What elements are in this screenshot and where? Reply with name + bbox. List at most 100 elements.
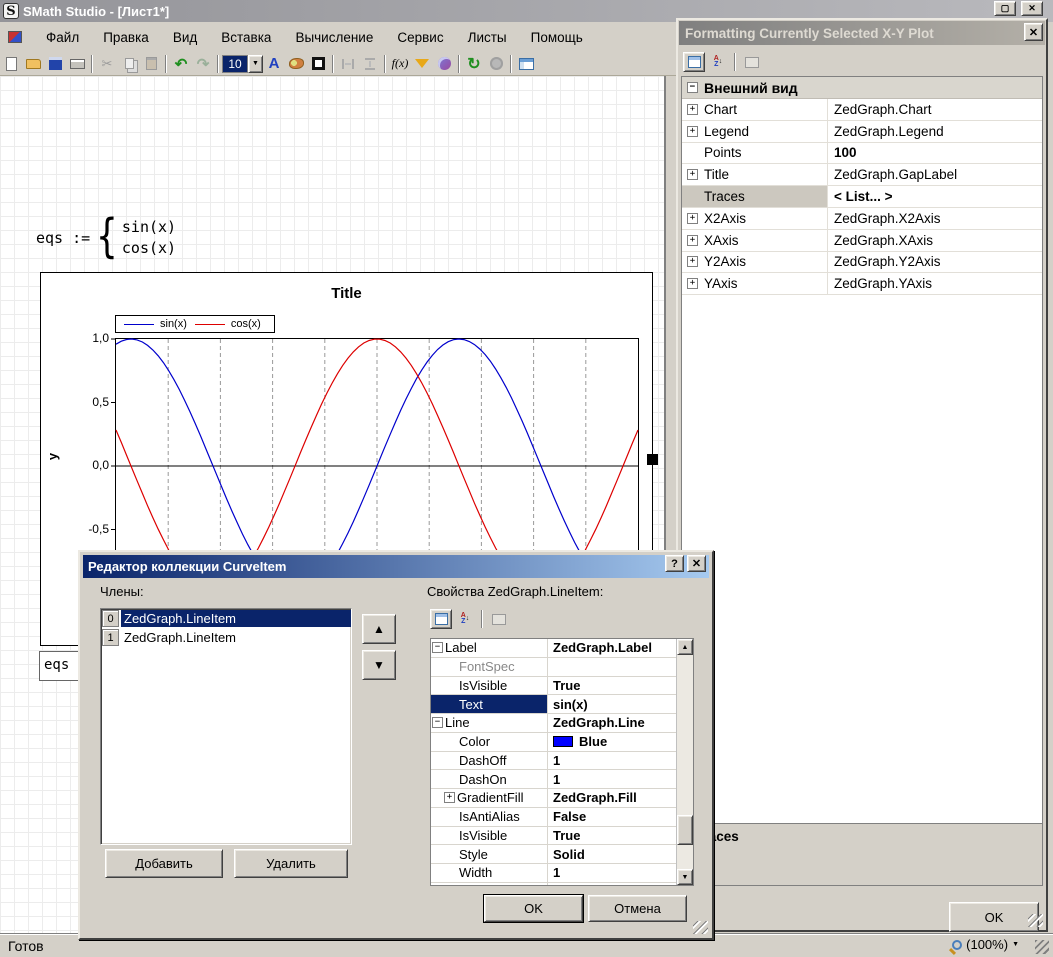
- filter-icon[interactable]: [411, 54, 433, 74]
- collapse-icon[interactable]: −: [432, 642, 443, 653]
- menu-insert[interactable]: Вставка: [209, 26, 283, 49]
- font-size-select[interactable]: 10: [222, 55, 248, 73]
- close-icon[interactable]: ✕: [1024, 23, 1043, 41]
- vertical-spacing-icon[interactable]: [359, 54, 381, 74]
- property-row-dashon[interactable]: DashOn 1: [431, 770, 677, 789]
- move-down-icon[interactable]: ▼: [362, 650, 396, 680]
- alphabetical-sort-icon[interactable]: AZ↓: [454, 609, 476, 629]
- property-row-color[interactable]: Color Blue: [431, 733, 677, 752]
- vertical-scrollbar[interactable]: ▲ ▼: [676, 639, 693, 885]
- menu-tools[interactable]: Сервис: [385, 26, 455, 49]
- expand-plus-icon[interactable]: +: [687, 104, 698, 115]
- cut-icon[interactable]: ✂: [96, 54, 118, 74]
- expand-plus-icon[interactable]: +: [687, 213, 698, 224]
- members-listbox[interactable]: 0 ZedGraph.LineItem 1 ZedGraph.LineItem: [100, 608, 352, 845]
- redo-icon[interactable]: ↷: [192, 54, 214, 74]
- dialog-resize-grip[interactable]: [693, 921, 708, 934]
- property-row-legend[interactable]: +Legend ZedGraph.Legend: [682, 121, 1042, 143]
- maximize-button[interactable]: ▢: [994, 1, 1016, 16]
- help-icon[interactable]: ?: [665, 555, 684, 572]
- category-row-appearance[interactable]: − Внешний вид: [682, 77, 1042, 99]
- menu-help[interactable]: Помощь: [519, 26, 595, 49]
- dialog-titlebar[interactable]: Редактор коллекции CurveItem: [83, 555, 709, 578]
- property-row-line[interactable]: −Line ZedGraph.Line: [431, 714, 677, 733]
- paste-icon[interactable]: [140, 54, 162, 74]
- expand-plus-icon[interactable]: +: [444, 792, 455, 803]
- stop-icon[interactable]: [485, 54, 507, 74]
- categorized-view-icon[interactable]: [683, 52, 705, 72]
- property-row-x2axis[interactable]: +X2Axis ZedGraph.X2Axis: [682, 208, 1042, 230]
- open-icon[interactable]: [22, 54, 44, 74]
- property-row-label[interactable]: −Label ZedGraph.Label: [431, 639, 677, 658]
- property-row-text[interactable]: Text sin(x): [431, 695, 677, 714]
- options-list-icon[interactable]: [515, 54, 537, 74]
- member-index[interactable]: 0: [102, 610, 119, 627]
- expand-plus-icon[interactable]: +: [687, 278, 698, 289]
- expand-plus-icon[interactable]: +: [687, 169, 698, 180]
- property-row-points[interactable]: Points 100: [682, 143, 1042, 165]
- alphabetical-sort-icon[interactable]: AZ↓: [707, 52, 729, 72]
- expand-plus-icon[interactable]: +: [687, 256, 698, 267]
- resize-grip[interactable]: [1035, 940, 1049, 954]
- remove-button[interactable]: Удалить: [234, 849, 348, 878]
- property-row-isantialias[interactable]: IsAntiAlias False: [431, 808, 677, 827]
- menu-view[interactable]: Вид: [161, 26, 209, 49]
- equation-region[interactable]: eqs := { sin(x) cos(x): [36, 214, 176, 262]
- function-icon[interactable]: f(x): [389, 54, 411, 74]
- horizontal-spacing-icon[interactable]: [337, 54, 359, 74]
- menu-calculation[interactable]: Вычисление: [283, 26, 385, 49]
- eqs-partial-region[interactable]: eqs: [39, 651, 81, 681]
- font-color-icon[interactable]: A: [263, 54, 285, 74]
- formatting-ok-button[interactable]: OK: [949, 902, 1039, 932]
- member-index[interactable]: 1: [102, 629, 119, 646]
- list-item[interactable]: 0 ZedGraph.LineItem: [101, 609, 351, 628]
- categorized-view-icon[interactable]: [430, 609, 452, 629]
- menu-sheets[interactable]: Листы: [456, 26, 519, 49]
- font-size-dropdown[interactable]: ▼: [248, 55, 263, 73]
- move-up-icon[interactable]: ▲: [362, 614, 396, 644]
- palette-icon[interactable]: [285, 54, 307, 74]
- close-button[interactable]: ✕: [1021, 1, 1043, 16]
- property-row-isvisible2[interactable]: IsVisible True: [431, 827, 677, 846]
- undo-icon[interactable]: ↶: [170, 54, 192, 74]
- scrollbar-thumb[interactable]: [677, 815, 693, 845]
- property-row-xaxis[interactable]: +XAxis ZedGraph.XAxis: [682, 230, 1042, 252]
- collapse-icon[interactable]: −: [432, 717, 443, 728]
- property-row-y2axis[interactable]: +Y2Axis ZedGraph.Y2Axis: [682, 252, 1042, 274]
- border-icon[interactable]: [307, 54, 329, 74]
- reference-book-icon[interactable]: [433, 54, 455, 74]
- property-row-width[interactable]: Width 1: [431, 864, 677, 883]
- property-row-fontspec[interactable]: FontSpec: [431, 658, 677, 677]
- property-row-yaxis[interactable]: +YAxis ZedGraph.YAxis: [682, 273, 1042, 295]
- ok-button[interactable]: OK: [484, 895, 583, 922]
- close-icon[interactable]: ✕: [687, 555, 706, 572]
- expand-plus-icon[interactable]: +: [687, 235, 698, 246]
- property-row-dashoff[interactable]: DashOff 1: [431, 752, 677, 771]
- scroll-down-icon[interactable]: ▼: [677, 869, 693, 885]
- panel-resize-grip[interactable]: [1028, 914, 1043, 927]
- copy-icon[interactable]: [118, 54, 140, 74]
- selection-handle[interactable]: [647, 454, 658, 465]
- zoom-level[interactable]: (100%): [966, 937, 1008, 952]
- save-icon[interactable]: [44, 54, 66, 74]
- property-row-title[interactable]: +Title ZedGraph.GapLabel: [682, 164, 1042, 186]
- property-row-clipped[interactable]: Link ZedGraph.Link: [431, 883, 677, 886]
- property-row-gradientfill[interactable]: +GradientFill ZedGraph.Fill: [431, 789, 677, 808]
- list-item[interactable]: 1 ZedGraph.LineItem: [101, 628, 351, 647]
- menu-edit[interactable]: Правка: [91, 26, 161, 49]
- property-row-chart[interactable]: +Chart ZedGraph.Chart: [682, 99, 1042, 121]
- expand-plus-icon[interactable]: +: [687, 126, 698, 137]
- recalculate-icon[interactable]: ↻: [463, 54, 485, 74]
- zoom-dropdown-icon[interactable]: ▼: [1012, 941, 1019, 948]
- menu-file[interactable]: Файл: [34, 26, 91, 49]
- cancel-button[interactable]: Отмена: [588, 895, 687, 922]
- property-row-traces[interactable]: Traces < List... >: [682, 186, 1042, 208]
- formatting-panel-titlebar[interactable]: Formatting Currently Selected X-Y Plot: [679, 21, 1045, 45]
- property-row-isvisible[interactable]: IsVisible True: [431, 677, 677, 696]
- collapse-icon[interactable]: −: [687, 82, 698, 93]
- scroll-up-icon[interactable]: ▲: [677, 639, 693, 655]
- print-icon[interactable]: [66, 54, 88, 74]
- property-row-style[interactable]: Style Solid: [431, 845, 677, 864]
- new-document-icon[interactable]: [0, 54, 22, 74]
- add-button[interactable]: Добавить: [105, 849, 223, 878]
